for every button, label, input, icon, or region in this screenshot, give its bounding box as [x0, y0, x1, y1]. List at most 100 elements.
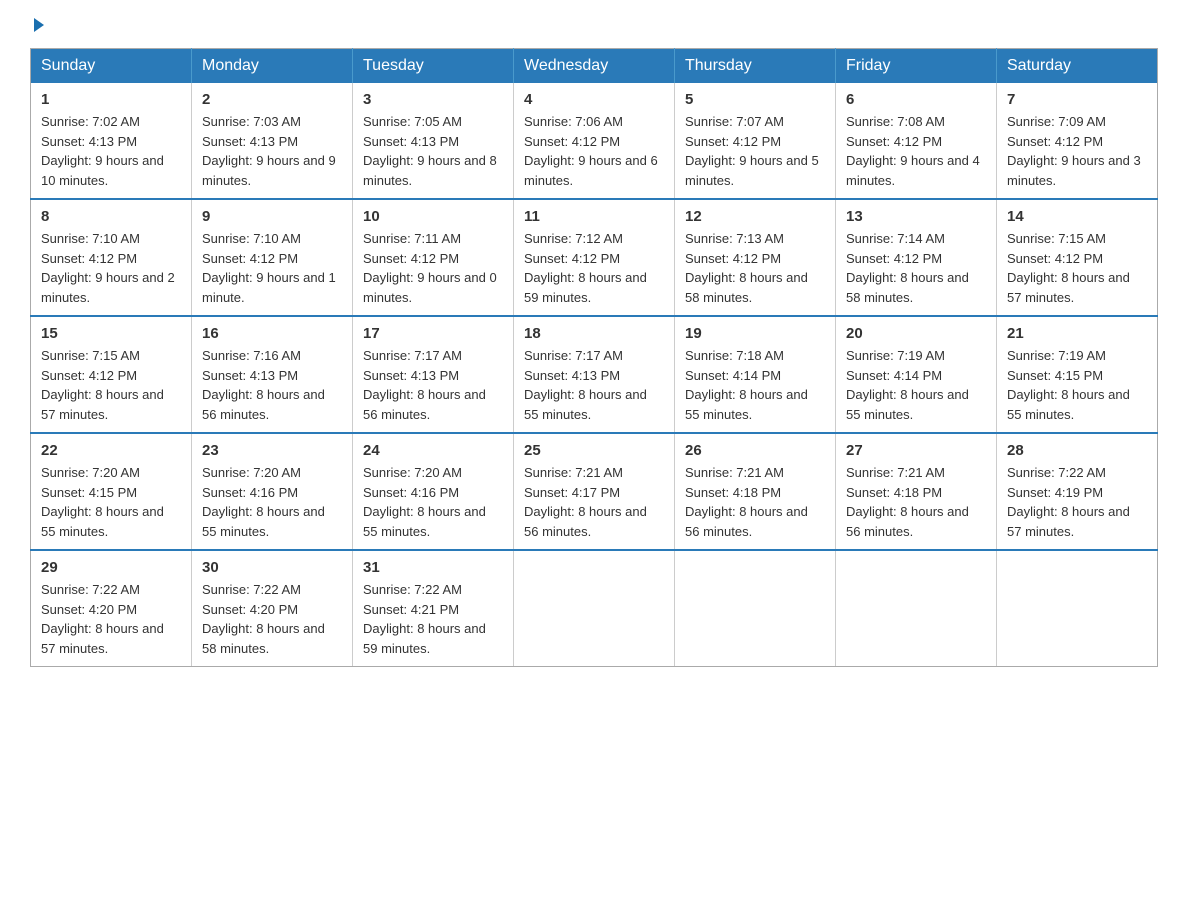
day-number: 28 [1007, 442, 1147, 459]
calendar-cell: 22 Sunrise: 7:20 AM Sunset: 4:15 PM Dayl… [31, 433, 192, 550]
weekday-header-tuesday: Tuesday [353, 49, 514, 84]
day-info: Sunrise: 7:12 AM Sunset: 4:12 PM Dayligh… [524, 231, 647, 305]
day-number: 9 [202, 208, 342, 225]
weekday-header-monday: Monday [192, 49, 353, 84]
calendar-cell: 1 Sunrise: 7:02 AM Sunset: 4:13 PM Dayli… [31, 83, 192, 199]
day-info: Sunrise: 7:10 AM Sunset: 4:12 PM Dayligh… [202, 231, 336, 305]
calendar-cell: 6 Sunrise: 7:08 AM Sunset: 4:12 PM Dayli… [836, 83, 997, 199]
calendar-cell: 17 Sunrise: 7:17 AM Sunset: 4:13 PM Dayl… [353, 316, 514, 433]
calendar-cell: 30 Sunrise: 7:22 AM Sunset: 4:20 PM Dayl… [192, 550, 353, 667]
calendar-cell: 11 Sunrise: 7:12 AM Sunset: 4:12 PM Dayl… [514, 199, 675, 316]
day-info: Sunrise: 7:21 AM Sunset: 4:17 PM Dayligh… [524, 465, 647, 539]
page-header [30, 20, 1158, 32]
calendar-cell: 28 Sunrise: 7:22 AM Sunset: 4:19 PM Dayl… [997, 433, 1158, 550]
day-info: Sunrise: 7:15 AM Sunset: 4:12 PM Dayligh… [1007, 231, 1130, 305]
calendar-cell [997, 550, 1158, 667]
day-number: 20 [846, 325, 986, 342]
calendar-header-row: SundayMondayTuesdayWednesdayThursdayFrid… [31, 49, 1158, 84]
day-info: Sunrise: 7:02 AM Sunset: 4:13 PM Dayligh… [41, 114, 164, 188]
day-info: Sunrise: 7:07 AM Sunset: 4:12 PM Dayligh… [685, 114, 819, 188]
calendar-cell: 24 Sunrise: 7:20 AM Sunset: 4:16 PM Dayl… [353, 433, 514, 550]
day-number: 31 [363, 559, 503, 576]
day-number: 2 [202, 91, 342, 108]
day-info: Sunrise: 7:03 AM Sunset: 4:13 PM Dayligh… [202, 114, 336, 188]
day-info: Sunrise: 7:20 AM Sunset: 4:16 PM Dayligh… [363, 465, 486, 539]
day-info: Sunrise: 7:19 AM Sunset: 4:14 PM Dayligh… [846, 348, 969, 422]
calendar-cell: 8 Sunrise: 7:10 AM Sunset: 4:12 PM Dayli… [31, 199, 192, 316]
day-number: 25 [524, 442, 664, 459]
day-info: Sunrise: 7:11 AM Sunset: 4:12 PM Dayligh… [363, 231, 497, 305]
day-info: Sunrise: 7:22 AM Sunset: 4:19 PM Dayligh… [1007, 465, 1130, 539]
calendar-week-row: 15 Sunrise: 7:15 AM Sunset: 4:12 PM Dayl… [31, 316, 1158, 433]
day-info: Sunrise: 7:15 AM Sunset: 4:12 PM Dayligh… [41, 348, 164, 422]
weekday-header-thursday: Thursday [675, 49, 836, 84]
day-info: Sunrise: 7:18 AM Sunset: 4:14 PM Dayligh… [685, 348, 808, 422]
calendar-cell: 26 Sunrise: 7:21 AM Sunset: 4:18 PM Dayl… [675, 433, 836, 550]
day-info: Sunrise: 7:22 AM Sunset: 4:20 PM Dayligh… [41, 582, 164, 656]
day-info: Sunrise: 7:17 AM Sunset: 4:13 PM Dayligh… [524, 348, 647, 422]
day-info: Sunrise: 7:20 AM Sunset: 4:15 PM Dayligh… [41, 465, 164, 539]
day-number: 7 [1007, 91, 1147, 108]
day-number: 12 [685, 208, 825, 225]
weekday-header-friday: Friday [836, 49, 997, 84]
day-info: Sunrise: 7:16 AM Sunset: 4:13 PM Dayligh… [202, 348, 325, 422]
calendar-cell: 23 Sunrise: 7:20 AM Sunset: 4:16 PM Dayl… [192, 433, 353, 550]
calendar-cell: 14 Sunrise: 7:15 AM Sunset: 4:12 PM Dayl… [997, 199, 1158, 316]
day-info: Sunrise: 7:22 AM Sunset: 4:20 PM Dayligh… [202, 582, 325, 656]
day-number: 18 [524, 325, 664, 342]
day-number: 19 [685, 325, 825, 342]
calendar-cell: 27 Sunrise: 7:21 AM Sunset: 4:18 PM Dayl… [836, 433, 997, 550]
day-info: Sunrise: 7:21 AM Sunset: 4:18 PM Dayligh… [685, 465, 808, 539]
calendar-cell: 2 Sunrise: 7:03 AM Sunset: 4:13 PM Dayli… [192, 83, 353, 199]
day-info: Sunrise: 7:10 AM Sunset: 4:12 PM Dayligh… [41, 231, 175, 305]
logo-blue-text [30, 20, 44, 32]
calendar-cell: 15 Sunrise: 7:15 AM Sunset: 4:12 PM Dayl… [31, 316, 192, 433]
day-info: Sunrise: 7:08 AM Sunset: 4:12 PM Dayligh… [846, 114, 980, 188]
calendar-cell: 19 Sunrise: 7:18 AM Sunset: 4:14 PM Dayl… [675, 316, 836, 433]
calendar-cell: 29 Sunrise: 7:22 AM Sunset: 4:20 PM Dayl… [31, 550, 192, 667]
calendar-cell: 4 Sunrise: 7:06 AM Sunset: 4:12 PM Dayli… [514, 83, 675, 199]
calendar-week-row: 8 Sunrise: 7:10 AM Sunset: 4:12 PM Dayli… [31, 199, 1158, 316]
day-number: 13 [846, 208, 986, 225]
calendar-cell: 13 Sunrise: 7:14 AM Sunset: 4:12 PM Dayl… [836, 199, 997, 316]
day-number: 1 [41, 91, 181, 108]
calendar-cell: 18 Sunrise: 7:17 AM Sunset: 4:13 PM Dayl… [514, 316, 675, 433]
calendar-cell [514, 550, 675, 667]
day-number: 17 [363, 325, 503, 342]
day-number: 15 [41, 325, 181, 342]
calendar-week-row: 22 Sunrise: 7:20 AM Sunset: 4:15 PM Dayl… [31, 433, 1158, 550]
calendar-cell: 16 Sunrise: 7:16 AM Sunset: 4:13 PM Dayl… [192, 316, 353, 433]
day-info: Sunrise: 7:19 AM Sunset: 4:15 PM Dayligh… [1007, 348, 1130, 422]
calendar-cell: 25 Sunrise: 7:21 AM Sunset: 4:17 PM Dayl… [514, 433, 675, 550]
day-number: 4 [524, 91, 664, 108]
day-info: Sunrise: 7:20 AM Sunset: 4:16 PM Dayligh… [202, 465, 325, 539]
calendar-week-row: 1 Sunrise: 7:02 AM Sunset: 4:13 PM Dayli… [31, 83, 1158, 199]
day-number: 23 [202, 442, 342, 459]
day-number: 11 [524, 208, 664, 225]
day-number: 26 [685, 442, 825, 459]
calendar-cell: 21 Sunrise: 7:19 AM Sunset: 4:15 PM Dayl… [997, 316, 1158, 433]
calendar-cell: 31 Sunrise: 7:22 AM Sunset: 4:21 PM Dayl… [353, 550, 514, 667]
weekday-header-saturday: Saturday [997, 49, 1158, 84]
day-info: Sunrise: 7:13 AM Sunset: 4:12 PM Dayligh… [685, 231, 808, 305]
day-number: 24 [363, 442, 503, 459]
day-info: Sunrise: 7:17 AM Sunset: 4:13 PM Dayligh… [363, 348, 486, 422]
weekday-header-wednesday: Wednesday [514, 49, 675, 84]
day-number: 10 [363, 208, 503, 225]
day-number: 6 [846, 91, 986, 108]
day-number: 3 [363, 91, 503, 108]
day-number: 22 [41, 442, 181, 459]
calendar-cell: 3 Sunrise: 7:05 AM Sunset: 4:13 PM Dayli… [353, 83, 514, 199]
day-number: 29 [41, 559, 181, 576]
day-number: 27 [846, 442, 986, 459]
day-info: Sunrise: 7:14 AM Sunset: 4:12 PM Dayligh… [846, 231, 969, 305]
logo-arrow-icon [34, 18, 44, 32]
day-info: Sunrise: 7:21 AM Sunset: 4:18 PM Dayligh… [846, 465, 969, 539]
logo [30, 20, 44, 32]
calendar-week-row: 29 Sunrise: 7:22 AM Sunset: 4:20 PM Dayl… [31, 550, 1158, 667]
calendar-cell: 20 Sunrise: 7:19 AM Sunset: 4:14 PM Dayl… [836, 316, 997, 433]
day-number: 30 [202, 559, 342, 576]
day-number: 21 [1007, 325, 1147, 342]
day-number: 8 [41, 208, 181, 225]
day-number: 14 [1007, 208, 1147, 225]
